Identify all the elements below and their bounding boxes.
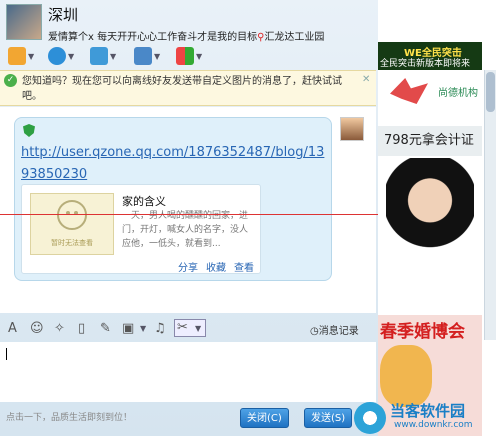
image-icon[interactable]: ▣	[122, 321, 134, 336]
game-ad-banner[interactable]: WE全民突击 全民突击新版本即将来	[378, 42, 482, 70]
chevron-down-icon[interactable]: ▼	[196, 52, 202, 61]
watermark-name: 当客软件园	[390, 402, 466, 420]
signature-location: 汇龙达工业园	[264, 32, 325, 43]
close-button[interactable]: 关闭(C)	[240, 408, 289, 428]
apps-icon[interactable]	[176, 47, 194, 65]
chat-history[interactable]: http://user.qzone.qq.com/1876352487/blog…	[0, 107, 376, 313]
message-input[interactable]	[0, 342, 376, 402]
font-icon[interactable]: A	[8, 321, 17, 336]
brand-logo-icon	[390, 78, 428, 104]
contact-signature: 爱情算个x 每天开开心心工作奋斗才是我的目标⚲汇龙达工业园	[48, 28, 324, 43]
contact-avatar[interactable]	[6, 4, 42, 40]
offline-image-notice: ✓ 您知道吗？现在您可以向离线好友发送带自定义图片的消息了，赶快试试吧。 ✕	[0, 70, 376, 106]
site-watermark: 当客软件园 www.downkr.com	[354, 400, 496, 436]
contact-name[interactable]: 深圳	[48, 4, 78, 25]
game-ad-text: 全民突击新版本即将来	[380, 59, 471, 69]
share-card[interactable]: 暂时无法查看 家的含义 一天，男人喝的醺醺的回家，进门，开灯，喊女人的名字，没人…	[21, 184, 261, 274]
favorite-link[interactable]: 收藏	[206, 259, 226, 274]
blog-link[interactable]: http://user.qzone.qq.com/1876352487/blog…	[21, 142, 331, 186]
microphone-icon[interactable]	[8, 47, 26, 65]
thumbnail-caption: 暂时无法查看	[51, 239, 93, 247]
file-transfer-icon[interactable]	[90, 47, 108, 65]
call-toolbar: ▼ ▼ ▼ ▼ ▼	[0, 44, 372, 70]
music-icon[interactable]: ♫	[154, 321, 166, 336]
video-icon[interactable]	[48, 47, 66, 65]
share-link[interactable]: 分享	[178, 259, 198, 274]
mascot-image	[380, 345, 432, 407]
screen-share-icon[interactable]	[134, 47, 152, 65]
signature-text: 爱情算个x 每天开开心心工作奋斗才是我的目标	[48, 32, 258, 43]
wedding-ad-title: 春季婚博会	[380, 322, 465, 342]
chevron-down-icon[interactable]: ▼	[154, 52, 160, 61]
scissors-icon: ✂	[177, 320, 188, 335]
scrollbar-thumb[interactable]	[486, 72, 495, 112]
card-thumbnail: 暂时无法查看	[30, 193, 114, 255]
ad-tip-text[interactable]: 点击一下，品质生活即刻到位！	[6, 410, 132, 423]
clock-icon: ◷	[310, 326, 319, 337]
notice-close-icon[interactable]: ✕	[362, 74, 370, 85]
bottom-bar: 点击一下，品质生活即刻到位！ 关闭(C) 发送(S)	[0, 402, 376, 436]
magic-icon[interactable]: ✧	[54, 321, 65, 336]
sender-avatar[interactable]	[340, 117, 364, 141]
send-button[interactable]: 发送(S)	[304, 408, 353, 428]
card-summary: 一天，男人喝的醺醺的回家，进门，开灯，喊女人的名字，没人应他，一低头，就看到..…	[122, 211, 249, 249]
ad-scrollbar[interactable]	[484, 70, 496, 340]
chevron-down-icon[interactable]: ▼	[110, 52, 116, 61]
chevron-down-icon[interactable]: ▼	[140, 324, 146, 333]
sad-face-icon	[57, 200, 87, 230]
text-caret	[6, 348, 7, 360]
history-label: 消息记录	[318, 326, 359, 337]
check-icon: ✓	[4, 74, 17, 87]
chevron-down-icon[interactable]: ▼	[68, 52, 74, 61]
ad-brand: 尚德机构	[438, 88, 478, 99]
ad-price: 798元拿会计证	[378, 126, 482, 156]
message-bubble: http://user.qzone.qq.com/1876352487/blog…	[14, 117, 332, 281]
message-history-button[interactable]: ◷消息记录	[310, 322, 359, 337]
chevron-down-icon: ▼	[195, 324, 202, 333]
ad-model-photo	[386, 158, 474, 264]
card-title[interactable]: 家的含义	[122, 193, 166, 209]
input-toolbar: A ☺ ✧ ▯ ✎ ▣ ▼ ♫ ✂ ▼ ◷消息记录	[0, 318, 376, 340]
view-link[interactable]: 查看	[234, 259, 254, 274]
edit-icon[interactable]: ✎	[100, 321, 111, 336]
chevron-down-icon[interactable]: ▼	[28, 52, 34, 61]
security-shield-icon	[23, 124, 35, 137]
emoji-icon[interactable]: ☺	[30, 321, 44, 336]
screenshot-button[interactable]: ✂ ▼	[174, 319, 206, 337]
accounting-ad[interactable]: 尚德机构 798元拿会计证	[378, 74, 482, 336]
crop-icon[interactable]: ▯	[78, 321, 85, 336]
watermark-logo-icon	[354, 402, 386, 434]
watermark-url: www.downkr.com	[394, 420, 473, 430]
notice-text: 您知道吗？现在您可以向离线好友发送带自定义图片的消息了，赶快试试吧。	[22, 76, 342, 102]
